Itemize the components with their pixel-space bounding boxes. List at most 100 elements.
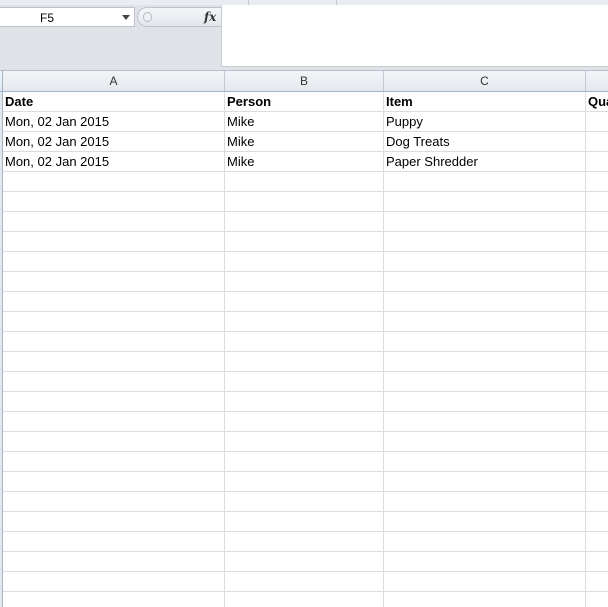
table-cell[interactable] xyxy=(586,132,608,151)
table-cell[interactable] xyxy=(586,572,608,591)
table-cell[interactable] xyxy=(384,332,586,351)
table-cell[interactable] xyxy=(586,432,608,451)
table-cell[interactable] xyxy=(586,292,608,311)
resize-grip-icon[interactable] xyxy=(143,12,152,22)
table-cell[interactable] xyxy=(384,372,586,391)
table-cell[interactable] xyxy=(225,572,384,591)
formula-input[interactable] xyxy=(222,5,608,67)
table-cell[interactable] xyxy=(586,392,608,411)
table-cell[interactable] xyxy=(586,172,608,191)
table-cell[interactable] xyxy=(586,112,608,131)
table-cell[interactable] xyxy=(3,212,225,231)
column-header-c[interactable]: C xyxy=(384,71,586,91)
table-cell[interactable] xyxy=(586,232,608,251)
table-cell[interactable] xyxy=(3,352,225,371)
table-cell[interactable] xyxy=(225,332,384,351)
table-cell[interactable] xyxy=(3,252,225,271)
table-cell[interactable] xyxy=(586,492,608,511)
table-cell[interactable] xyxy=(3,292,225,311)
table-cell[interactable] xyxy=(586,472,608,491)
table-cell[interactable] xyxy=(3,452,225,471)
table-cell[interactable] xyxy=(225,312,384,331)
table-cell[interactable] xyxy=(3,472,225,491)
table-cell[interactable] xyxy=(384,312,586,331)
table-cell[interactable] xyxy=(384,172,586,191)
table-cell[interactable] xyxy=(384,272,586,291)
table-cell[interactable] xyxy=(3,272,225,291)
table-cell[interactable] xyxy=(3,332,225,351)
table-cell[interactable] xyxy=(586,192,608,211)
table-cell[interactable] xyxy=(225,272,384,291)
table-cell[interactable] xyxy=(3,572,225,591)
insert-function-icon[interactable]: fx xyxy=(204,9,216,25)
table-cell[interactable] xyxy=(3,192,225,211)
table-cell[interactable] xyxy=(384,472,586,491)
table-cell[interactable] xyxy=(586,152,608,171)
table-cell[interactable] xyxy=(586,452,608,471)
table-cell[interactable] xyxy=(586,412,608,431)
table-cell[interactable] xyxy=(225,552,384,571)
table-cell[interactable] xyxy=(384,452,586,471)
chevron-down-icon[interactable] xyxy=(122,15,130,20)
table-cell[interactable] xyxy=(3,232,225,251)
table-cell[interactable] xyxy=(3,552,225,571)
table-cell[interactable] xyxy=(384,592,586,607)
table-cell[interactable] xyxy=(586,272,608,291)
table-cell[interactable] xyxy=(225,592,384,607)
table-cell[interactable] xyxy=(384,512,586,531)
table-cell[interactable] xyxy=(384,572,586,591)
table-cell[interactable] xyxy=(225,172,384,191)
table-cell[interactable]: Mike xyxy=(225,132,384,151)
table-cell[interactable] xyxy=(586,252,608,271)
table-cell[interactable] xyxy=(225,252,384,271)
table-cell[interactable] xyxy=(225,292,384,311)
table-cell[interactable] xyxy=(225,472,384,491)
table-cell[interactable] xyxy=(225,192,384,211)
table-cell[interactable] xyxy=(225,532,384,551)
table-cell[interactable]: Person xyxy=(225,92,384,111)
table-cell[interactable] xyxy=(384,232,586,251)
table-cell[interactable] xyxy=(3,532,225,551)
table-cell[interactable] xyxy=(225,412,384,431)
table-cell[interactable]: Qua xyxy=(586,92,608,111)
table-cell[interactable]: Mon, 02 Jan 2015 xyxy=(3,132,225,151)
column-header-d[interactable] xyxy=(586,71,608,91)
table-cell[interactable] xyxy=(3,392,225,411)
table-cell[interactable] xyxy=(586,592,608,607)
table-cell[interactable] xyxy=(586,312,608,331)
table-cell[interactable] xyxy=(384,352,586,371)
table-cell[interactable]: Mike xyxy=(225,152,384,171)
table-cell[interactable]: Mon, 02 Jan 2015 xyxy=(3,152,225,171)
table-cell[interactable] xyxy=(384,252,586,271)
table-cell[interactable] xyxy=(586,212,608,231)
table-cell[interactable] xyxy=(384,212,586,231)
table-cell[interactable] xyxy=(384,532,586,551)
column-header-a[interactable]: A xyxy=(3,71,225,91)
table-cell[interactable]: Mike xyxy=(225,112,384,131)
table-cell[interactable]: Date xyxy=(3,92,225,111)
table-cell[interactable] xyxy=(384,492,586,511)
table-cell[interactable]: Puppy xyxy=(384,112,586,131)
table-cell[interactable] xyxy=(225,232,384,251)
table-cell[interactable]: Dog Treats xyxy=(384,132,586,151)
table-cell[interactable] xyxy=(225,352,384,371)
name-box[interactable]: F5 xyxy=(0,7,135,27)
table-cell[interactable] xyxy=(586,552,608,571)
table-cell[interactable]: Item xyxy=(384,92,586,111)
table-cell[interactable] xyxy=(225,452,384,471)
table-cell[interactable] xyxy=(225,492,384,511)
table-cell[interactable] xyxy=(3,372,225,391)
table-cell[interactable] xyxy=(3,312,225,331)
table-cell[interactable] xyxy=(225,372,384,391)
table-cell[interactable] xyxy=(3,412,225,431)
table-cell[interactable] xyxy=(384,412,586,431)
table-cell[interactable] xyxy=(225,512,384,531)
table-cell[interactable] xyxy=(225,432,384,451)
table-cell[interactable] xyxy=(384,432,586,451)
table-cell[interactable] xyxy=(586,332,608,351)
table-cell[interactable] xyxy=(3,512,225,531)
table-cell[interactable] xyxy=(586,352,608,371)
table-cell[interactable] xyxy=(3,432,225,451)
table-cell[interactable] xyxy=(225,212,384,231)
column-header-b[interactable]: B xyxy=(225,71,384,91)
